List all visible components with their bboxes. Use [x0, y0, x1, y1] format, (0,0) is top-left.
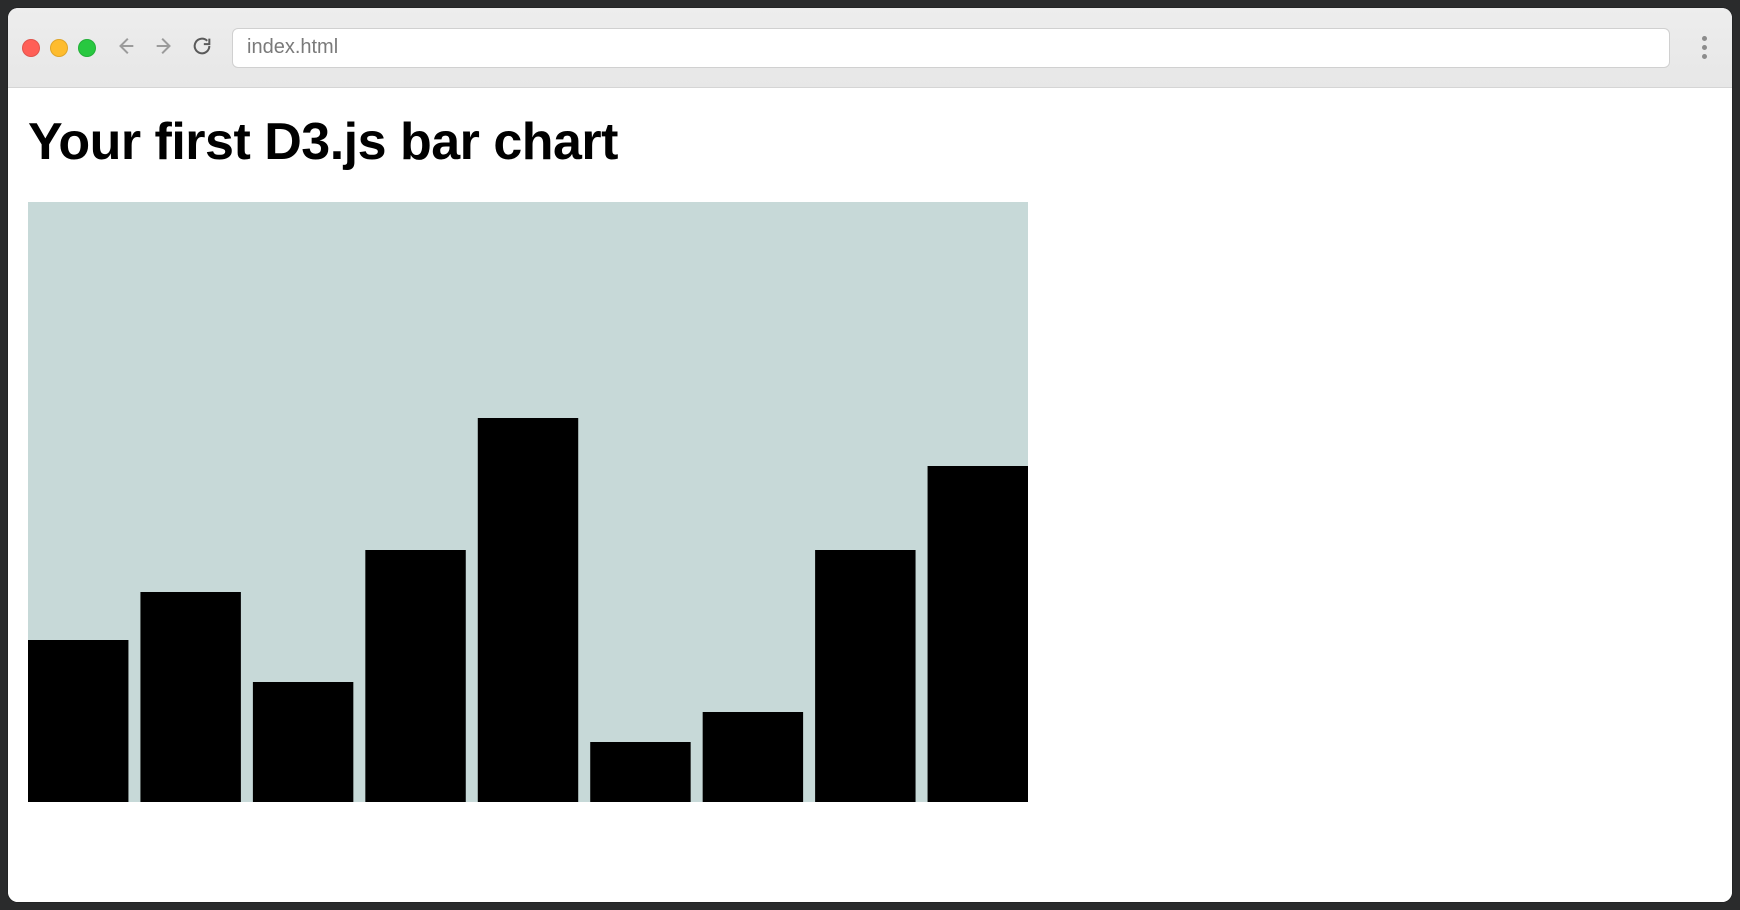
- chart-bar: [365, 550, 465, 802]
- kebab-dot-icon: [1702, 54, 1707, 59]
- maximize-window-button[interactable]: [78, 39, 96, 57]
- page-title: Your first D3.js bar chart: [28, 112, 1712, 172]
- chart-bar: [28, 640, 128, 802]
- page-viewport: Your first D3.js bar chart: [8, 88, 1732, 902]
- chart-bar: [815, 550, 915, 802]
- address-bar-text: index.html: [247, 36, 338, 59]
- bar-chart: [28, 202, 1028, 802]
- browser-window: index.html Your first D3.js bar chart: [8, 8, 1732, 902]
- reload-button[interactable]: [188, 34, 216, 62]
- chart-bar: [253, 682, 353, 802]
- close-window-button[interactable]: [22, 39, 40, 57]
- window-traffic-lights: [22, 39, 96, 57]
- arrow-left-icon: [115, 35, 137, 60]
- forward-button[interactable]: [150, 34, 178, 62]
- minimize-window-button[interactable]: [50, 39, 68, 57]
- reload-icon: [191, 35, 213, 60]
- browser-menu-button[interactable]: [1690, 28, 1718, 68]
- chart-bar: [703, 712, 803, 802]
- kebab-dot-icon: [1702, 36, 1707, 41]
- chart-bar: [140, 592, 240, 802]
- arrow-right-icon: [153, 35, 175, 60]
- browser-chrome: index.html: [8, 8, 1732, 88]
- chart-bar: [478, 418, 578, 802]
- chart-bar: [590, 742, 690, 802]
- chart-bar: [928, 466, 1028, 802]
- kebab-dot-icon: [1702, 45, 1707, 50]
- address-bar[interactable]: index.html: [232, 28, 1670, 68]
- back-button[interactable]: [112, 34, 140, 62]
